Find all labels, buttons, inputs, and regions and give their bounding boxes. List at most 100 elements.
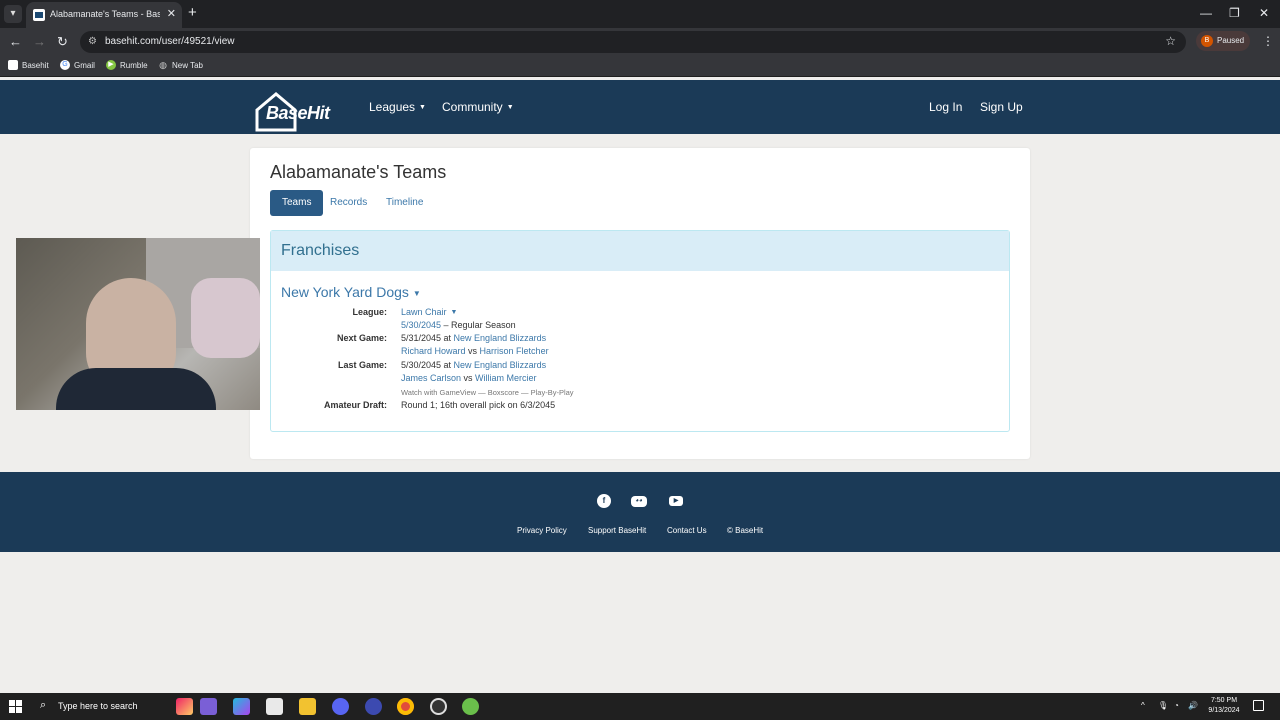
forward-button[interactable]: → (33, 34, 46, 49)
signup-link[interactable]: Sign Up (980, 100, 1023, 114)
app-icon[interactable] (365, 698, 382, 715)
teams-card: Alabamanate's Teams Teams Records Timeli… (250, 148, 1030, 459)
tab-timeline[interactable]: Timeline (374, 190, 435, 216)
search-placeholder: Type here to search (58, 701, 138, 711)
taskbar-search[interactable]: ⌕ Type here to search (32, 693, 172, 720)
next-matchup-row: Richard Howard vs Harrison Fletcher (401, 346, 549, 356)
minimize-button[interactable]: — (1200, 6, 1212, 20)
restore-button[interactable]: ❐ (1229, 6, 1240, 20)
reload-button[interactable]: ↻ (57, 34, 68, 50)
browser-tab[interactable]: Alabamanate's Teams - BaseHit ✕ (26, 2, 182, 28)
site-footer: f ◕◕ ▶ Privacy Policy Support BaseHit Co… (0, 472, 1280, 552)
bookmark-rumble[interactable]: ▶ Rumble (106, 60, 148, 70)
privacy-policy-link[interactable]: Privacy Policy (517, 526, 567, 535)
windows-logo-icon (16, 700, 22, 706)
basehit-logo[interactable]: BaseHit (254, 88, 344, 132)
next-game-date: 5/31/2045 at (401, 333, 454, 343)
logo-text: BaseHit (266, 103, 330, 123)
last-pitcher-1-link[interactable]: James Carlson (401, 373, 461, 383)
bookmark-gmail[interactable]: G Gmail (60, 60, 95, 70)
bookmark-basehit[interactable]: Basehit (8, 60, 49, 70)
next-pitcher-1-link[interactable]: Richard Howard (401, 346, 466, 356)
copyright-text: © BaseHit (727, 526, 764, 535)
tray-chevron-icon[interactable]: ^ (1141, 701, 1145, 710)
rumble-icon: ▶ (106, 60, 116, 70)
next-opponent-link[interactable]: New England Blizzards (454, 333, 547, 343)
microphone-icon[interactable]: 🎙 (1158, 701, 1168, 710)
back-button[interactable]: ← (9, 34, 22, 49)
windows-logo-icon (9, 700, 15, 706)
bookmark-label: Gmail (74, 60, 95, 70)
profile-status: Paused (1217, 36, 1245, 45)
windows-logo-icon (16, 707, 22, 713)
draft-value: Round 1; 16th overall pick on 6/3/2045 (401, 400, 556, 410)
start-button[interactable] (9, 700, 22, 713)
contact-link[interactable]: Contact Us (667, 526, 707, 535)
obs-icon[interactable] (430, 698, 447, 715)
panel-heading: Franchises (271, 231, 1009, 271)
site-header: BaseHit Leagues ▼ Community ▼ Log In Sign … (0, 80, 1280, 134)
basehit-icon (8, 60, 18, 70)
search-icon: ⌕ (40, 699, 47, 711)
taskbar-clock[interactable]: 7:50 PM 9/13/2024 (1200, 696, 1248, 716)
bookmark-label: Basehit (22, 60, 49, 70)
profile-button[interactable]: B Paused (1196, 31, 1250, 51)
caret-down-icon: ▼ (419, 104, 426, 112)
file-explorer-icon[interactable] (299, 698, 316, 715)
google-icon: G (60, 60, 70, 70)
nav-community[interactable]: Community ▼ (442, 100, 514, 114)
league-date-row: 5/30/2045 – Regular Season (401, 320, 516, 330)
youtube-icon[interactable]: ▶ (669, 496, 683, 506)
windows-taskbar: ⌕ Type here to search ^ 🎙 ◔ 🔊 7:50 PM 9/… (0, 693, 1280, 720)
bookmark-new-tab[interactable]: ◍ New Tab (158, 60, 203, 70)
team-dropdown[interactable]: New York Yard Dogs ▼ (281, 284, 421, 300)
last-game-date: 5/30/2045 at (401, 360, 454, 370)
tab-close-icon[interactable]: ✕ (167, 7, 176, 20)
watch-links[interactable]: Watch with GameView — Boxscore — Play-By… (401, 388, 574, 397)
next-pitcher-2-link[interactable]: Harrison Fletcher (480, 346, 549, 356)
chrome-icon[interactable] (397, 698, 414, 715)
caret-down-icon: ▼ (450, 309, 458, 317)
discord-icon[interactable]: ◕◕ (631, 496, 647, 507)
league-value[interactable]: Lawn Chair ▼ (401, 307, 457, 317)
widget-icon[interactable] (200, 698, 217, 715)
vs-text: vs (465, 346, 480, 356)
panel-title: Franchises (281, 242, 360, 259)
last-matchup-row: James Carlson vs William Mercier (401, 373, 537, 383)
webcam-overlay (16, 238, 260, 410)
volume-icon[interactable]: 🔊 (1188, 701, 1198, 710)
new-tab-button[interactable]: + (188, 4, 197, 21)
url-text[interactable]: basehit.com/user/49521/view (105, 36, 235, 47)
league-date-link[interactable]: 5/30/2045 (401, 320, 441, 330)
close-window-button[interactable]: ✕ (1259, 6, 1269, 20)
facebook-icon[interactable]: f (597, 494, 611, 508)
last-pitcher-2-link[interactable]: William Mercier (475, 373, 537, 383)
address-bar[interactable]: ⚙ basehit.com/user/49521/view ☆ (80, 31, 1186, 53)
support-link[interactable]: Support BaseHit (588, 526, 646, 535)
discord-app-icon[interactable] (332, 698, 349, 715)
bookmark-star-icon[interactable]: ☆ (1165, 34, 1176, 48)
nav-leagues[interactable]: Leagues ▼ (369, 100, 426, 114)
franchises-panel: Franchises New York Yard Dogs ▼ League: L… (270, 230, 1010, 432)
basehit-favicon-icon (33, 9, 45, 21)
browser-tab-strip: ▾ Alabamanate's Teams - BaseHit ✕ + — ❐ … (0, 0, 1280, 28)
store-icon[interactable] (266, 698, 283, 715)
notifications-icon[interactable] (1253, 700, 1264, 711)
network-icon[interactable]: ◔ (1174, 701, 1179, 710)
chrome-menu-icon[interactable]: ⋮ (1262, 34, 1274, 48)
page-title: Alabamanate's Teams (270, 162, 447, 182)
next-game-row: 5/31/2045 at New England Blizzards (401, 333, 546, 343)
team-name: New York Yard Dogs (281, 284, 409, 300)
widget-icon[interactable] (176, 698, 193, 715)
site-info-icon[interactable]: ⚙ (88, 36, 97, 47)
app-icon[interactable] (462, 698, 479, 715)
copilot-icon[interactable] (233, 698, 250, 715)
login-link[interactable]: Log In (929, 100, 962, 114)
tab-records[interactable]: Records (318, 190, 379, 216)
last-opponent-link[interactable]: New England Blizzards (454, 360, 547, 370)
league-link[interactable]: Lawn Chair (401, 307, 447, 317)
draft-label: Amateur Draft: (323, 400, 387, 410)
tab-search-button[interactable]: ▾ (4, 5, 22, 23)
tab-teams[interactable]: Teams (270, 190, 324, 216)
caret-down-icon: ▼ (412, 288, 421, 298)
